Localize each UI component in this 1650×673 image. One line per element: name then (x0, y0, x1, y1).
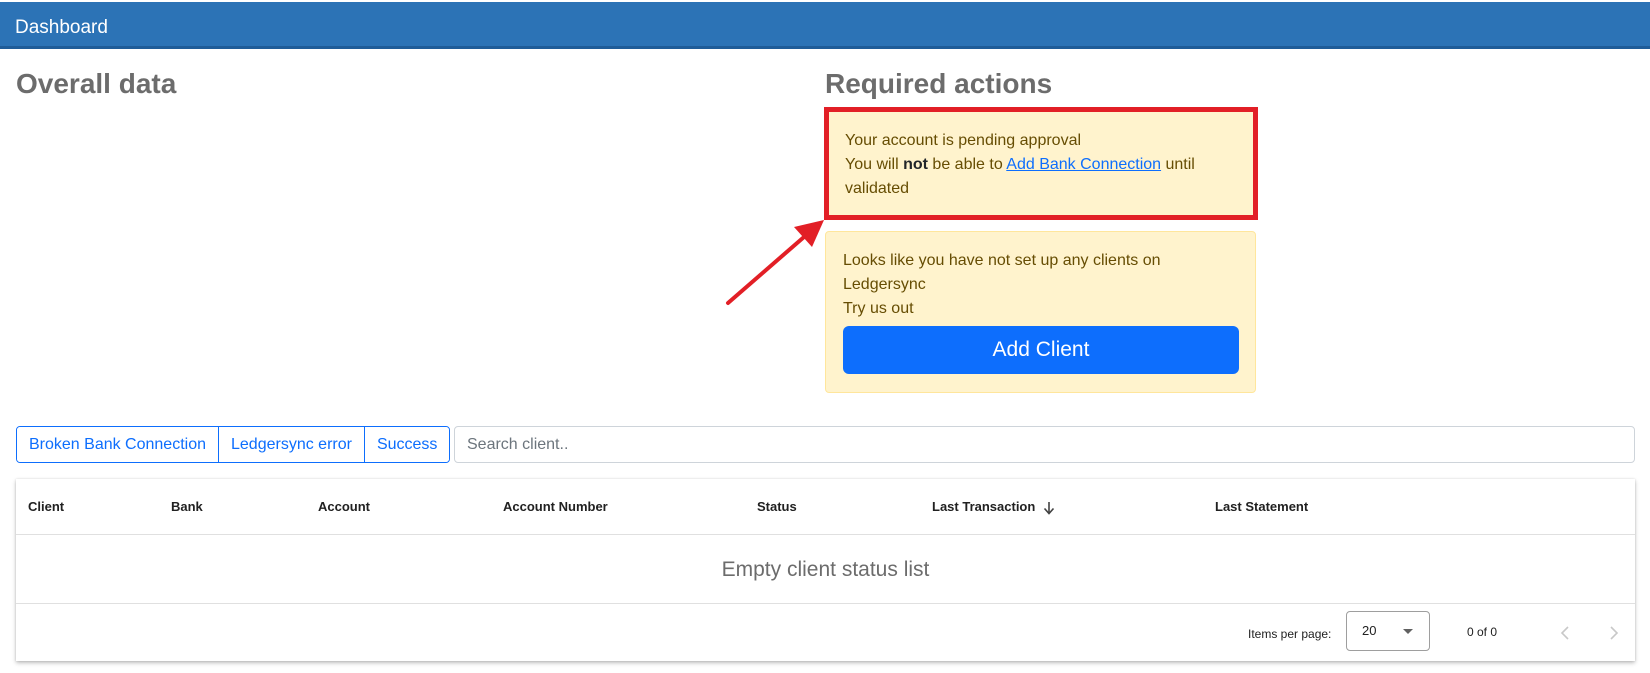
items-per-page-label: Items per page: (1248, 627, 1332, 641)
table-header-row: Client Bank Account Account Number Statu… (16, 479, 1635, 535)
dropdown-caret-icon (1403, 629, 1413, 634)
detail-emphasis: not (903, 156, 928, 173)
client-status-table: Client Bank Account Account Number Statu… (16, 479, 1635, 661)
column-header-status[interactable]: Status (757, 479, 797, 535)
pending-approval-detail: You will not be able to Add Bank Connect… (845, 153, 1237, 201)
page-size-select[interactable]: 20 (1346, 611, 1430, 651)
required-actions-heading: Required actions (825, 68, 1053, 99)
no-clients-alert: Looks like you have not set up any clien… (825, 231, 1256, 393)
pending-approval-text: Your account is pending approval (845, 132, 1082, 149)
status-filter-group: Broken Bank Connection Ledgersync error … (16, 426, 451, 463)
add-bank-connection-link[interactable]: Add Bank Connection (1006, 156, 1161, 173)
try-us-text: Try us out (843, 300, 914, 317)
top-navbar: Dashboard (0, 2, 1650, 49)
sort-arrow-down-icon (1043, 501, 1055, 515)
column-header-last-transaction[interactable]: Last Transaction (932, 479, 1055, 535)
overall-data-heading: Overall data (16, 68, 177, 99)
add-client-button[interactable]: Add Client (843, 326, 1239, 374)
column-header-last-statement[interactable]: Last Statement (1215, 479, 1308, 535)
page-range-label: 0 of 0 (1467, 625, 1498, 639)
empty-list-message: Empty client status list (16, 535, 1635, 604)
filter-success[interactable]: Success (364, 427, 450, 462)
no-clients-text: Looks like you have not set up any clien… (843, 252, 1161, 293)
detail-prefix: You will (845, 156, 904, 173)
table-paginator: Items per page: 20 0 of 0 (16, 604, 1635, 661)
previous-page-button[interactable] (1550, 618, 1580, 648)
annotation-arrow-icon (726, 220, 824, 305)
detail-middle: be able to (927, 156, 1007, 173)
column-header-account-number[interactable]: Account Number (503, 479, 608, 535)
column-header-client[interactable]: Client (28, 479, 64, 535)
filter-broken-bank-connection[interactable]: Broken Bank Connection (17, 427, 219, 462)
column-header-bank[interactable]: Bank (171, 479, 203, 535)
last-transaction-label: Last Transaction (932, 499, 1036, 514)
chevron-right-icon (1610, 626, 1619, 640)
page-size-value: 20 (1362, 623, 1377, 638)
chevron-left-icon (1560, 626, 1569, 640)
next-page-button[interactable] (1599, 618, 1629, 648)
column-header-account[interactable]: Account (318, 479, 370, 535)
search-client-input[interactable] (454, 426, 1635, 463)
navbar-title[interactable]: Dashboard (15, 2, 108, 49)
filter-ledgersync-error[interactable]: Ledgersync error (219, 427, 365, 462)
pending-approval-alert: Your account is pending approval You wil… (824, 107, 1258, 220)
